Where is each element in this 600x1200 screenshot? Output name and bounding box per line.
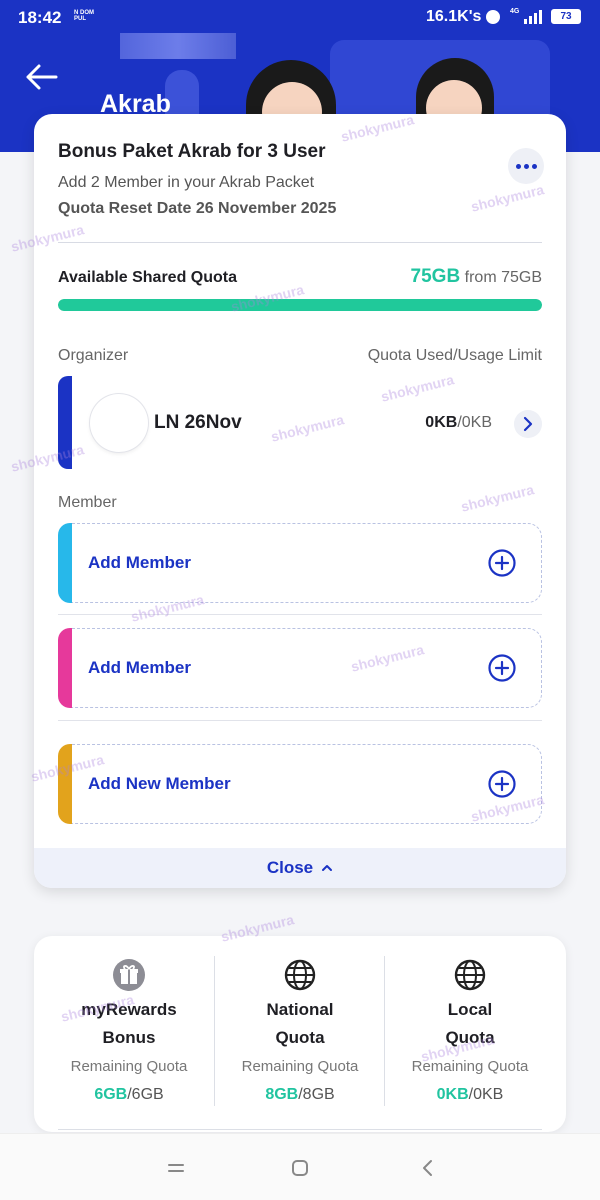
home-icon[interactable] [290, 1158, 310, 1178]
add-member-label: Add Member [88, 553, 191, 572]
organizer-label: Organizer [58, 347, 129, 364]
slot-accent-bar [58, 628, 72, 708]
close-label: Close [266, 858, 314, 877]
shared-quota-amount: 75GB [410, 266, 461, 287]
organizer-accent-bar [58, 376, 72, 469]
divider [58, 720, 542, 721]
system-navigation-bar [0, 1133, 600, 1200]
recent-apps-icon[interactable] [166, 1158, 186, 1178]
usage-header: Quota Used/Usage Limit [367, 347, 542, 364]
status-time: 18:42 [18, 8, 62, 27]
remaining-label: Remaining Quota [70, 1058, 188, 1075]
status-speed: 16.1K's [426, 8, 482, 25]
package-title: Bonus Paket Akrab for 3 User [58, 141, 326, 162]
avatar [90, 394, 148, 452]
quota-name-line1: myRewards [81, 1000, 177, 1019]
quota-reset-date: Quota Reset Date 26 November 2025 [58, 200, 337, 217]
organizer-usage: 0KB/0KB [425, 414, 492, 432]
quota-value: 6GB/6GB [44, 1086, 214, 1104]
remaining-label: Remaining Quota [241, 1058, 359, 1075]
quota-remaining: 8GB [265, 1086, 299, 1103]
dot-icon [523, 163, 529, 169]
quota-name-line2: Quota [445, 1028, 495, 1047]
battery-icon: 73 [551, 9, 581, 24]
globe-icon [454, 959, 486, 991]
quota-remaining: 6GB [94, 1086, 128, 1103]
quota-national[interactable]: National Quota Remaining Quota 8GB/8GB [215, 936, 385, 1132]
quota-value: 0KB/0KB [385, 1086, 555, 1104]
blurred-redaction [120, 33, 236, 59]
organizer-name: LN 26Nov [154, 412, 242, 433]
add-circle-icon[interactable] [488, 549, 516, 577]
more-options-button[interactable] [508, 148, 544, 184]
dot-icon [531, 163, 537, 169]
chevron-right-icon[interactable] [514, 410, 542, 438]
member-label: Member [58, 494, 117, 511]
package-subtitle: Add 2 Member in your Akrab Packet [58, 174, 315, 191]
alarm-icon [486, 10, 500, 24]
quota-name: Local Quota [385, 996, 555, 1052]
quota-myrewards[interactable]: myRewards Bonus Remaining Quota 6GB/6GB [44, 936, 214, 1132]
signal-icon [524, 10, 542, 24]
remaining-label: Remaining Quota [411, 1058, 529, 1075]
quota-limit: /0KB [468, 1086, 504, 1103]
organizer-limit: /0KB [457, 414, 492, 431]
status-bar: 18:42 N DOM PUL 16.1K's 4G 73 [0, 0, 600, 36]
add-new-member-label: Add New Member [88, 774, 231, 793]
slot-accent-bar [58, 744, 72, 824]
add-circle-icon[interactable] [488, 654, 516, 682]
quota-name-line2: Bonus [102, 1028, 156, 1047]
quota-remaining: 0KB [436, 1086, 469, 1103]
quota-name-line1: National [266, 1000, 334, 1019]
package-card: Bonus Paket Akrab for 3 User Add 2 Membe… [34, 114, 566, 888]
shared-quota-progress [58, 299, 542, 311]
chevron-up-icon [322, 865, 333, 871]
quota-name: National Quota [215, 996, 385, 1052]
quota-summary-card: myRewards Bonus Remaining Quota 6GB/6GB … [34, 936, 566, 1132]
quota-value: 8GB/8GB [215, 1086, 385, 1104]
add-member-slot[interactable]: Add Member [58, 628, 542, 708]
quota-local[interactable]: Local Quota Remaining Quota 0KB/0KB [385, 936, 555, 1132]
shared-quota-value: 75GB from 75GB [411, 266, 542, 288]
quota-name-line2: Quota [275, 1028, 325, 1047]
network-type: 4G [510, 8, 520, 15]
slot-accent-bar [58, 523, 72, 603]
shared-quota-progress-fill [58, 299, 542, 311]
add-member-label: Add Member [88, 658, 191, 677]
organizer-row[interactable]: LN 26Nov 0KB/0KB [58, 376, 542, 469]
quota-limit: /8GB [298, 1086, 335, 1103]
add-circle-icon[interactable] [488, 770, 516, 798]
quota-name-line1: Local [447, 1000, 493, 1019]
quota-name: myRewards Bonus [44, 996, 214, 1052]
add-member-slot[interactable]: Add Member [58, 523, 542, 603]
divider [58, 614, 542, 615]
shared-quota-label: Available Shared Quota [58, 269, 238, 286]
divider [58, 1129, 542, 1130]
back-arrow-icon[interactable] [24, 62, 58, 92]
close-button[interactable]: Close [34, 848, 566, 888]
globe-icon [284, 959, 316, 991]
back-icon[interactable] [418, 1158, 438, 1178]
divider [58, 242, 542, 243]
status-carrier: N DOM PUL [74, 10, 94, 22]
quota-limit: /6GB [127, 1086, 164, 1103]
add-new-member-slot[interactable]: Add New Member [58, 744, 542, 824]
shared-quota-total: from 75GB [464, 269, 542, 286]
dot-icon [515, 163, 521, 169]
organizer-used: 0KB [425, 414, 458, 431]
gift-icon [113, 959, 145, 991]
